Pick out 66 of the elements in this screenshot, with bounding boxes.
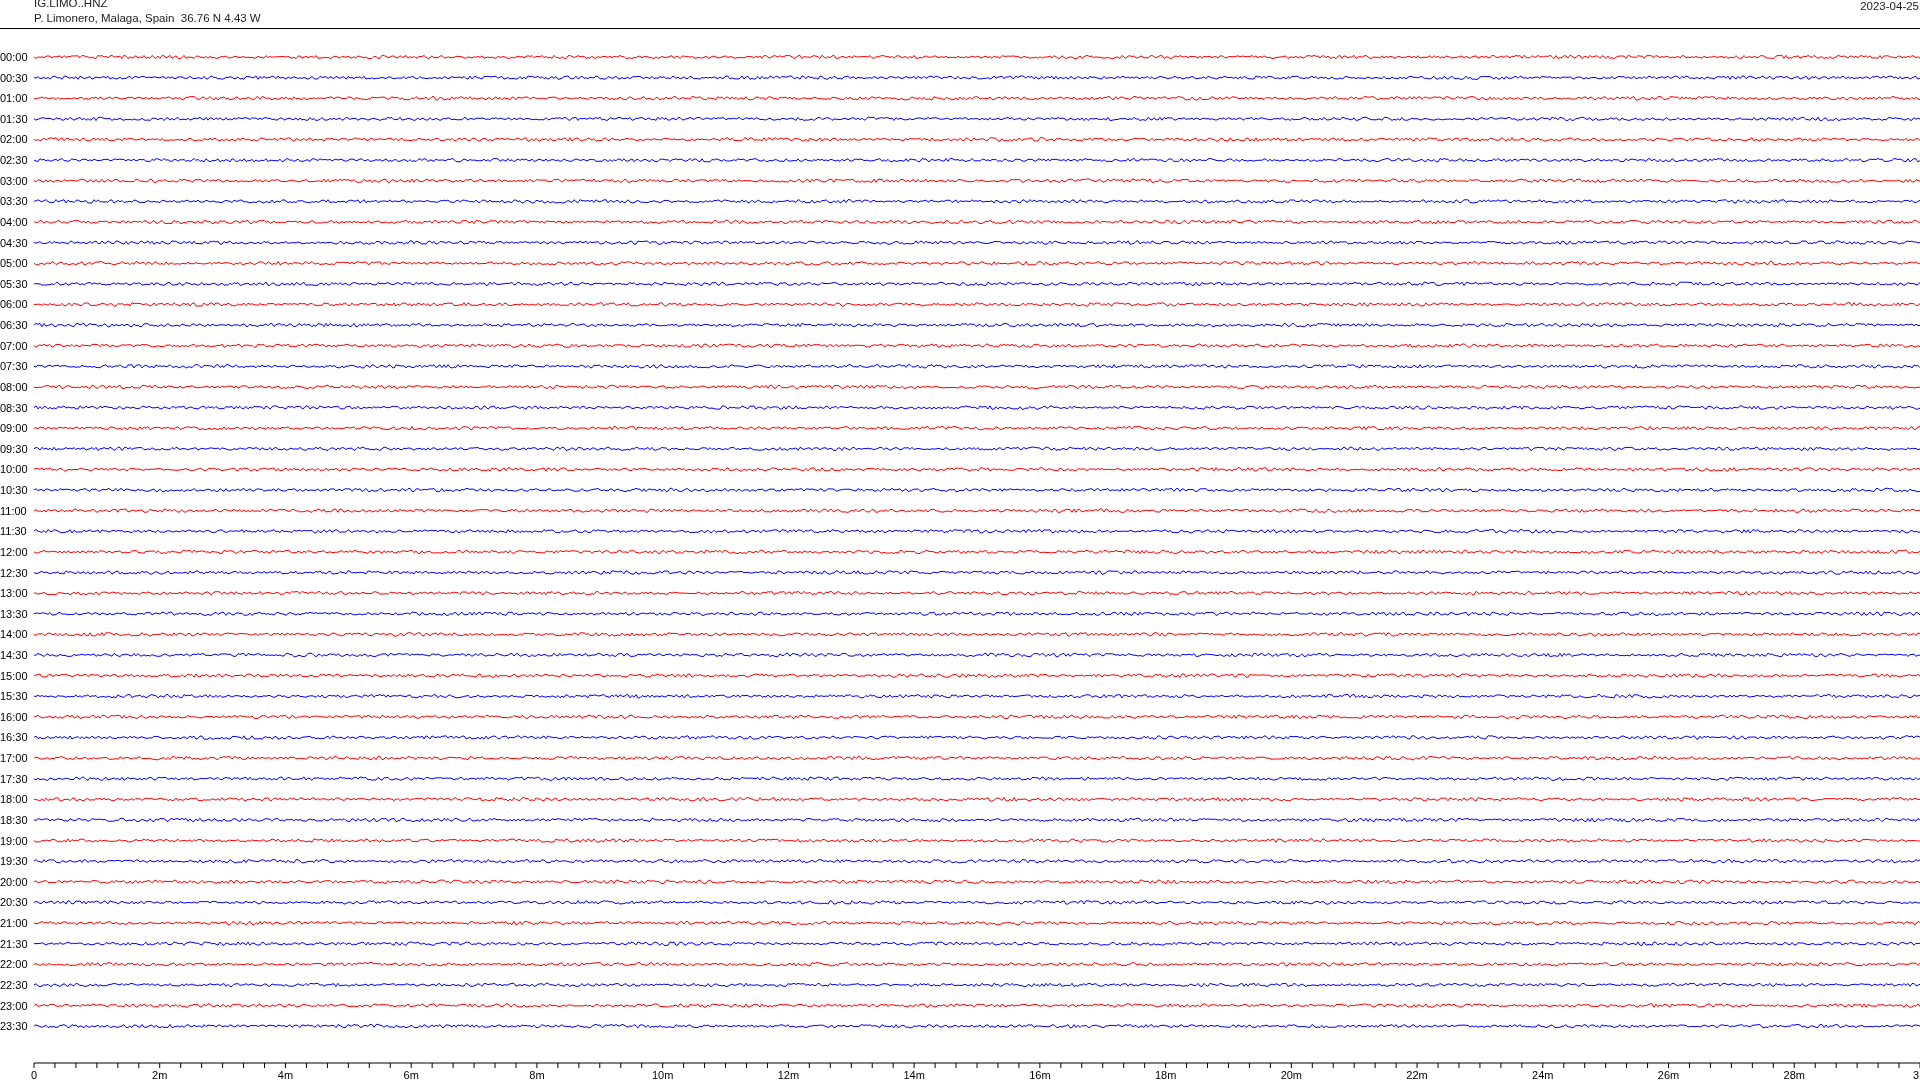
time-label: 19:30	[0, 855, 28, 868]
time-label: 01:00	[0, 92, 28, 105]
time-label: 12:30	[0, 566, 28, 579]
time-label: 11:00	[0, 504, 27, 517]
axis-tick-label: 3	[1912, 1069, 1919, 1079]
time-label: 00:00	[0, 51, 28, 63]
time-label: 20:00	[0, 875, 28, 888]
time-label: 09:00	[0, 422, 28, 435]
time-label: 15:30	[0, 690, 28, 703]
axis-tick-label: 14m	[903, 1069, 925, 1079]
axis-tick-label: 26m	[1657, 1069, 1680, 1079]
time-label: 14:00	[0, 628, 28, 641]
time-label: 05:00	[0, 257, 28, 270]
time-label: 08:00	[0, 380, 28, 393]
time-label: 18:30	[0, 813, 28, 826]
time-label: 02:30	[0, 154, 28, 167]
axis-tick-label: 16m	[1029, 1069, 1051, 1079]
time-label: 12:00	[0, 545, 28, 558]
axis-tick-label: 20m	[1280, 1069, 1303, 1079]
time-label: 06:30	[0, 319, 28, 332]
time-label: 18:00	[0, 793, 28, 806]
axis-tick-label: 22m	[1406, 1069, 1428, 1079]
axis-tick-label: 8m	[529, 1069, 545, 1079]
time-label: 21:00	[0, 917, 28, 930]
axis-tick-label: 6m	[403, 1069, 419, 1079]
axis-tick-label: 18m	[1154, 1069, 1177, 1079]
time-label: 05:30	[0, 277, 28, 290]
time-label: 04:30	[0, 236, 28, 249]
time-label: 14:30	[0, 649, 28, 661]
time-label: 02:00	[0, 133, 28, 146]
time-label: 13:30	[0, 607, 28, 620]
time-label: 22:00	[0, 958, 28, 971]
time-label: 16:30	[0, 731, 28, 744]
time-label: 21:30	[0, 937, 28, 950]
time-label: 07:30	[0, 360, 28, 373]
time-label: 06:00	[0, 298, 28, 311]
axis-tick-label: 28m	[1783, 1069, 1805, 1079]
time-label: 10:30	[0, 484, 28, 496]
time-label: 03:00	[0, 174, 28, 187]
time-label: 23:30	[0, 1020, 28, 1033]
time-label: 20:30	[0, 896, 28, 909]
axis-tick-label: 12m	[777, 1069, 800, 1079]
axis-tick-label: 10m	[651, 1069, 674, 1079]
time-label: 17:30	[0, 772, 28, 785]
time-label: 09:30	[0, 442, 28, 455]
axis-tick-label: 2m	[152, 1069, 168, 1079]
time-label: 03:30	[0, 195, 28, 208]
time-label: 22:30	[0, 978, 28, 991]
station-location: P. Limonero, Malaga, Spain 36.76 N 4.43 W	[34, 12, 261, 25]
time-label: 00:30	[0, 71, 28, 84]
time-label: 04:00	[0, 215, 28, 228]
time-label: 07:00	[0, 339, 28, 352]
axis-tick-label: 24m	[1532, 1069, 1554, 1079]
time-label: 13:00	[0, 587, 28, 600]
time-label: 11:30	[0, 525, 27, 538]
time-label: 10:00	[0, 463, 28, 476]
time-label: 17:00	[0, 752, 28, 765]
time-label: 23:00	[0, 999, 28, 1012]
axis-tick-label: 4m	[277, 1069, 294, 1079]
axis-tick-label: 0	[30, 1069, 38, 1079]
time-label: 01:30	[0, 112, 28, 125]
time-label: 08:30	[0, 401, 28, 414]
time-label: 15:00	[0, 669, 28, 682]
time-label: 19:00	[0, 834, 28, 847]
time-label: 16:00	[0, 710, 28, 723]
date-label: 2023-04-25	[1860, 0, 1920, 13]
